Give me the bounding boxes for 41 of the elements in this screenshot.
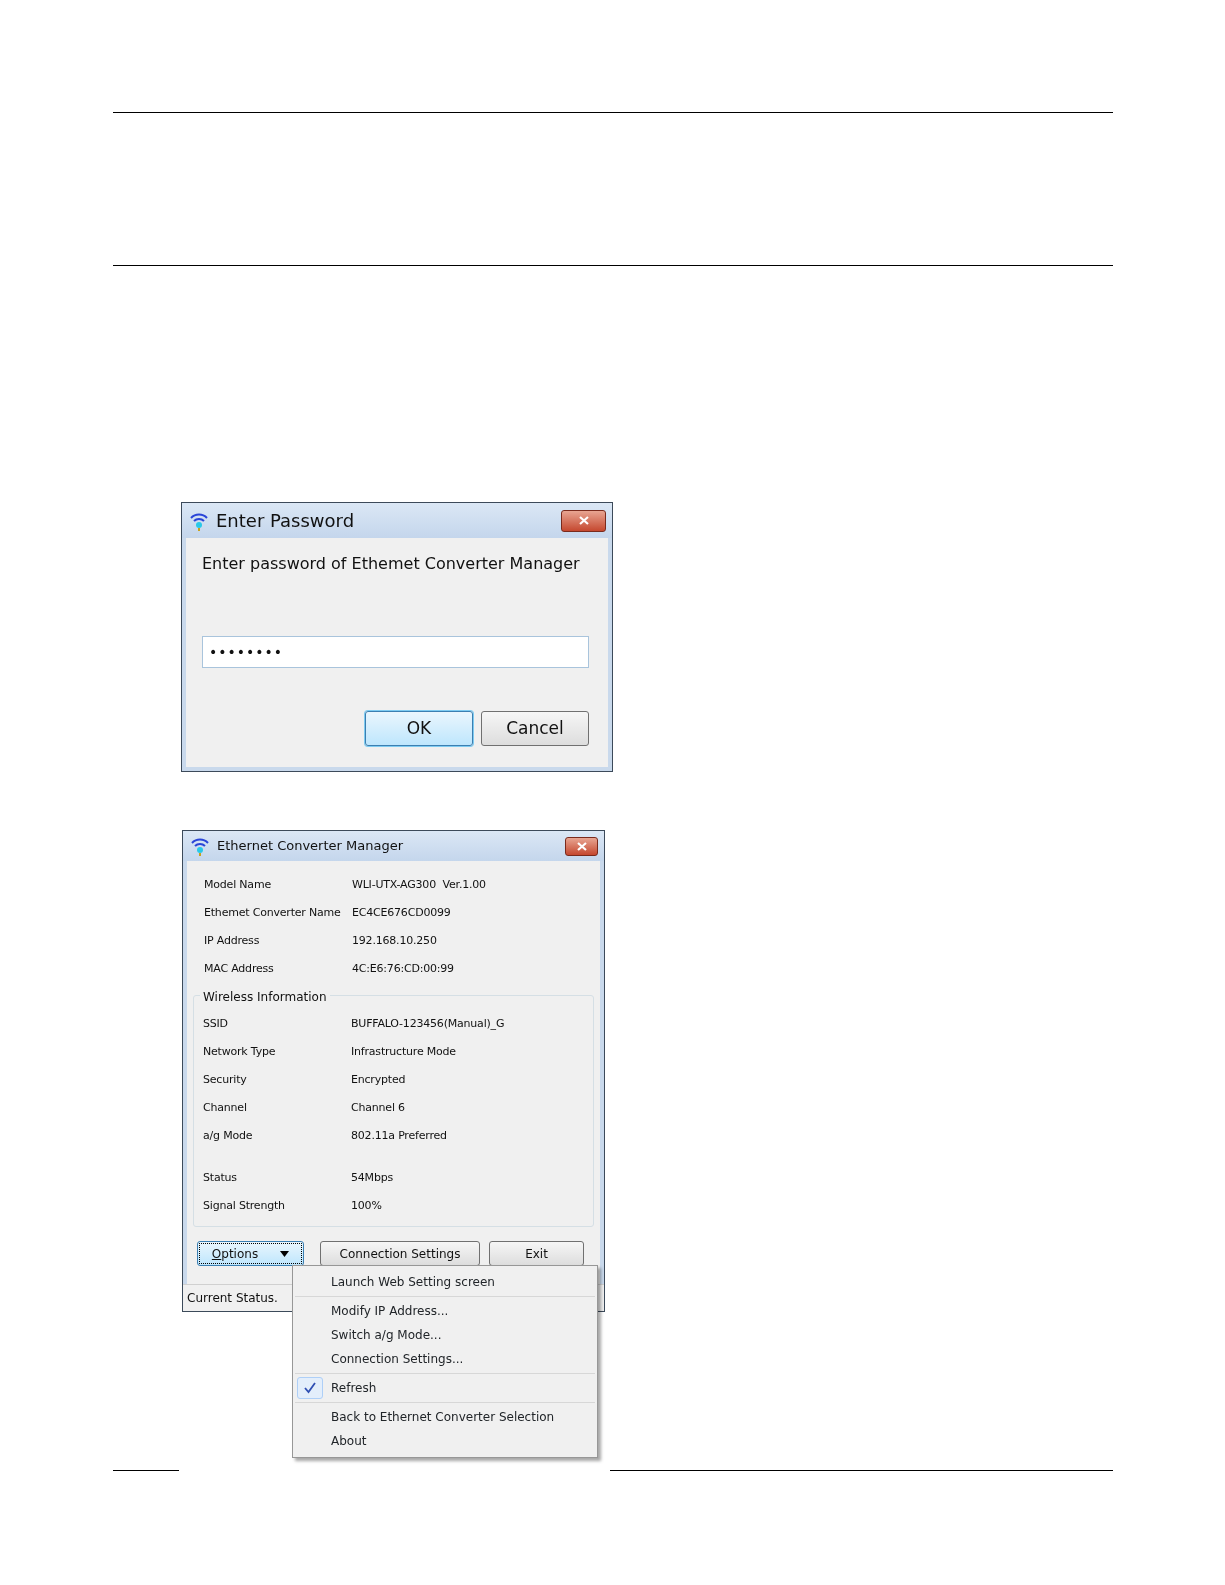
password-field[interactable]: •••••••• [202, 636, 589, 668]
field-label: Channel [203, 1100, 248, 1116]
menu-item[interactable]: About [295, 1429, 595, 1453]
field-value: EC4CE676CD0099 [352, 905, 452, 921]
field-label: Status [203, 1170, 238, 1186]
dialog-button[interactable]: Cancel [481, 711, 589, 746]
field-value: 192.168.10.250 [352, 933, 438, 949]
field-value: WLI-UTX-AG300 Ver.1.00 [352, 877, 487, 893]
window-title: Enter Password [216, 509, 355, 533]
close-icon [576, 841, 587, 851]
close-button[interactable] [565, 836, 598, 856]
field-label: Network Type [203, 1044, 277, 1060]
field-label: Security [203, 1072, 248, 1088]
window-button[interactable]: Options [197, 1241, 304, 1266]
window-button[interactable]: Connection Settings [320, 1241, 480, 1266]
field-value: Channel 6 [351, 1100, 406, 1116]
field-value: 54Mbps [351, 1170, 394, 1186]
field-label: IP Address [204, 933, 261, 949]
menu-item[interactable]: Connection Settings... [295, 1347, 595, 1371]
close-button[interactable] [561, 509, 606, 532]
menu-item[interactable]: Refresh [295, 1376, 595, 1400]
field-label: SSID [203, 1016, 229, 1032]
menu-item[interactable]: Switch a/g Mode... [295, 1323, 595, 1347]
window-title: Ethernet Converter Manager [217, 837, 403, 856]
prompt-text: Enter password of Ethemet Converter Manager [202, 553, 581, 575]
menu-item[interactable]: Launch Web Setting screen [295, 1270, 595, 1294]
field-label: Ethemet Converter Name [204, 905, 342, 921]
field-value: Infrastructure Mode [351, 1044, 457, 1060]
field-value: 100% [351, 1198, 383, 1214]
field-value: 802.11a Preferred [351, 1128, 448, 1144]
dialog-button[interactable]: OK [365, 711, 473, 746]
field-value: Encrypted [351, 1072, 407, 1088]
window-button[interactable]: Exit [489, 1241, 584, 1266]
field-label: MAC Address [204, 961, 275, 977]
menu-item[interactable]: Back to Ethernet Converter Selection [295, 1405, 595, 1429]
field-value: 4C:E6:76:CD:00:99 [352, 961, 455, 977]
field-label: Model Name [204, 877, 272, 893]
field-label: Signal Strength [203, 1198, 286, 1214]
close-icon [578, 516, 589, 525]
field-value: BUFFALO-123456(Manual)_G [351, 1016, 506, 1032]
field-label: a/g Mode [203, 1128, 254, 1144]
